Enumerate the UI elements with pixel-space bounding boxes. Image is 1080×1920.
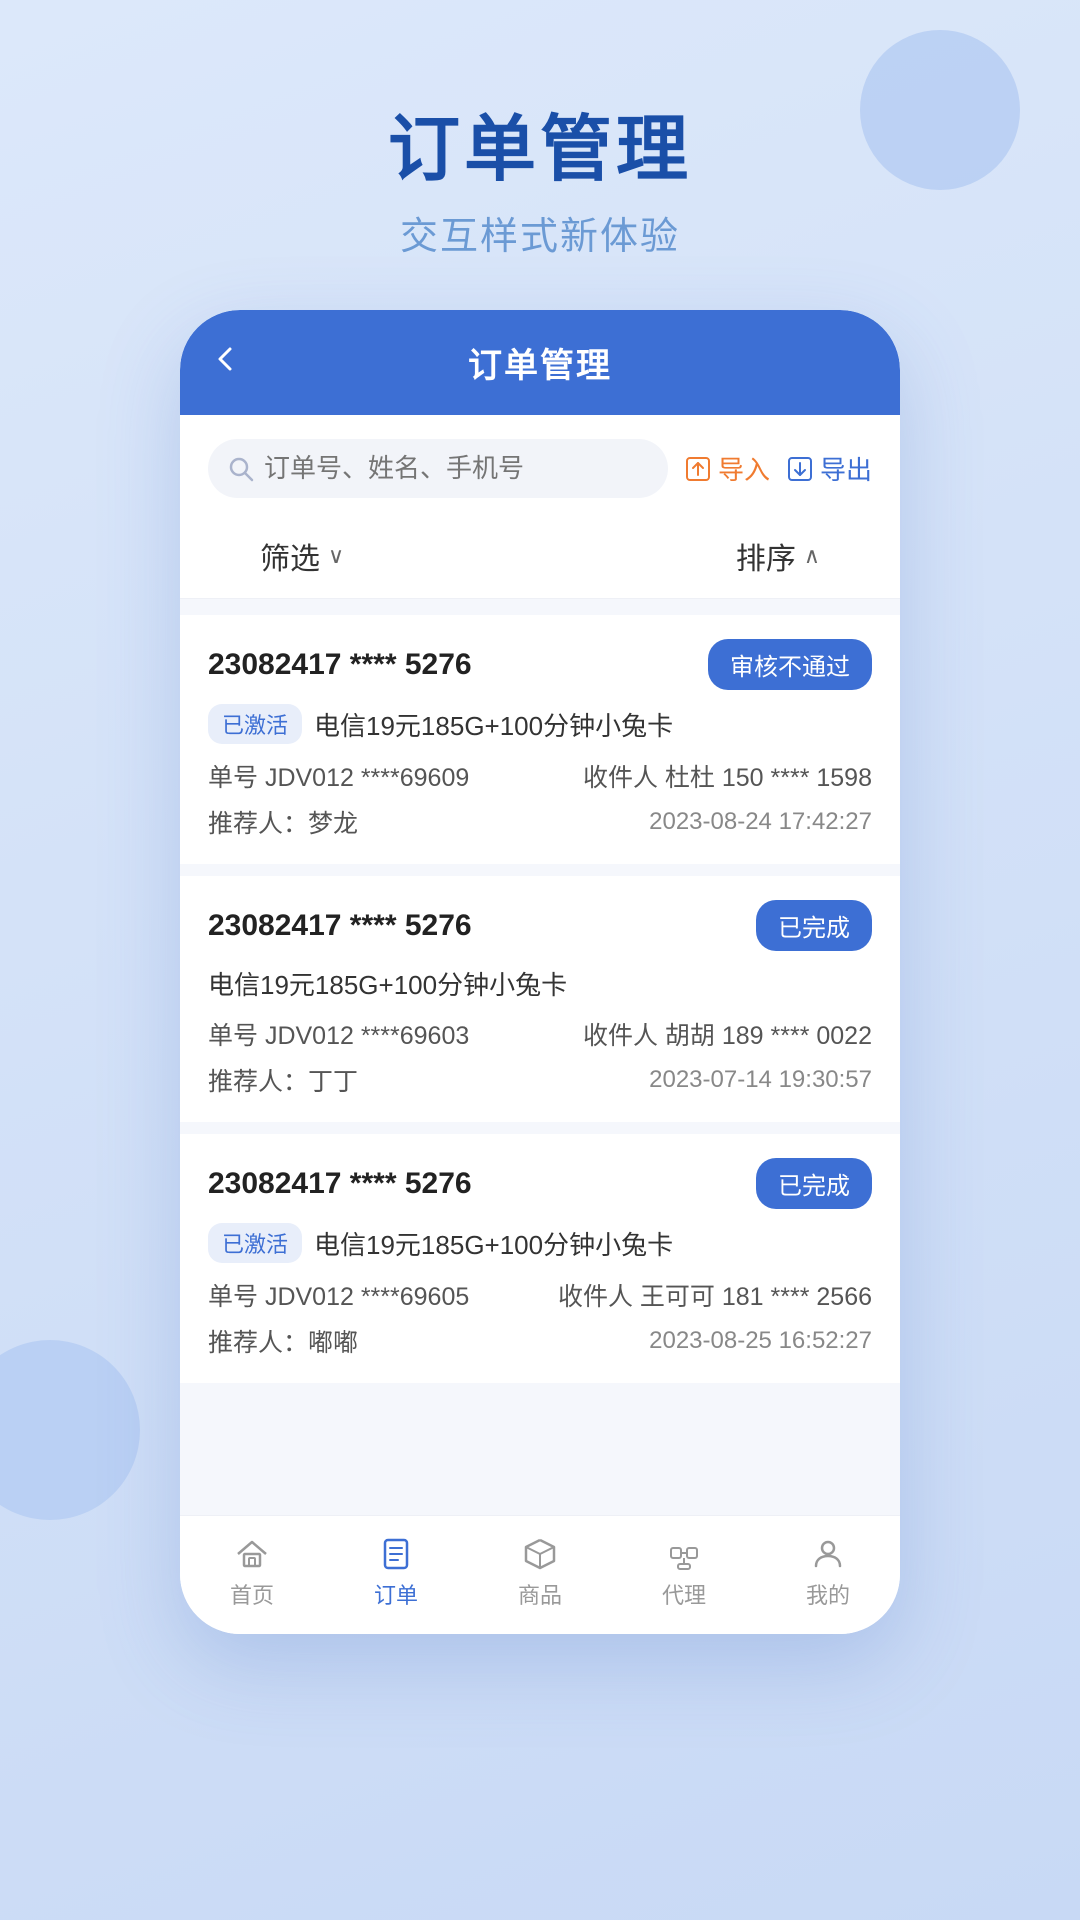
mine-nav-label: 我的 [806,1578,850,1610]
order-nav-label: 订单 [374,1578,418,1610]
order-no: 单号 JDV012 ****69603 [208,1016,469,1052]
orders-list: 23082417 **** 5276 审核不通过 已激活 电信19元185G+1… [180,599,900,1399]
product-name: 电信19元185G+100分钟小兔卡 [208,965,567,1002]
search-input-wrap[interactable] [208,439,668,498]
agent-nav-icon [666,1536,702,1572]
nav-item-order[interactable]: 订单 [374,1536,418,1610]
bg-circle-top-right [860,30,1020,190]
bg-circle-bottom-left [0,1340,140,1520]
order-card[interactable]: 23082417 **** 5276 已完成 已激活 电信19元185G+100… [180,1134,900,1383]
nav-item-mine[interactable]: 我的 [806,1536,850,1610]
export-icon [786,455,814,483]
status-badge: 审核不通过 [708,639,872,690]
order-header: 23082417 **** 5276 已完成 [208,1158,872,1209]
receiver: 收件人 王可可 181 **** 2566 [558,1277,872,1313]
receiver: 收件人 胡胡 189 **** 0022 [583,1016,872,1052]
recommender: 推荐人：梦龙 [208,804,358,840]
order-footer-row: 推荐人：嘟嘟 2023-08-25 16:52:27 [208,1323,872,1359]
filter-row: 筛选 ∨ 排序 ∧ [180,514,900,599]
phone-topbar: 订单管理 [180,310,900,415]
order-header: 23082417 **** 5276 已完成 [208,900,872,951]
order-detail-row: 单号 JDV012 ****69609 收件人 杜杜 150 **** 1598 [208,758,872,794]
nav-item-agent[interactable]: 代理 [662,1536,706,1610]
filter-label: 筛选 [260,534,320,578]
sort-chevron-icon: ∧ [804,543,820,569]
nav-item-home[interactable]: 首页 [230,1536,274,1610]
search-icon [228,456,254,482]
search-row: 导入 导出 [180,415,900,514]
export-label: 导出 [820,450,872,487]
order-product-row: 已激活 电信19元185G+100分钟小兔卡 [208,1223,872,1263]
order-header: 23082417 **** 5276 审核不通过 [208,639,872,690]
order-no: 单号 JDV012 ****69605 [208,1277,469,1313]
import-label: 导入 [718,450,770,487]
back-button[interactable] [212,344,240,381]
order-number: 23082417 **** 5276 [208,909,472,943]
receiver: 收件人 杜杜 150 **** 1598 [583,758,872,794]
order-product-row: 已激活 电信19元185G+100分钟小兔卡 [208,704,872,744]
order-time: 2023-08-25 16:52:27 [649,1327,872,1355]
order-product-row: 电信19元185G+100分钟小兔卡 [208,965,872,1002]
nav-item-goods[interactable]: 商品 [518,1536,562,1610]
goods-nav-label: 商品 [518,1578,562,1610]
order-footer-row: 推荐人：梦龙 2023-08-24 17:42:27 [208,804,872,840]
sort-button[interactable]: 排序 ∧ [736,534,820,578]
order-card[interactable]: 23082417 **** 5276 已完成 电信19元185G+100分钟小兔… [180,876,900,1122]
import-button[interactable]: 导入 [684,450,770,487]
home-nav-label: 首页 [230,1578,274,1610]
topbar-title: 订单管理 [468,338,612,387]
mine-nav-icon [810,1536,846,1572]
activated-badge: 已激活 [208,1223,302,1263]
order-number: 23082417 **** 5276 [208,1167,472,1201]
recommender: 推荐人：嘟嘟 [208,1323,358,1359]
product-name: 电信19元185G+100分钟小兔卡 [314,1225,673,1262]
page-subtitle: 交互样式新体验 [0,205,1080,260]
order-detail-row: 单号 JDV012 ****69605 收件人 王可可 181 **** 256… [208,1277,872,1313]
sort-label: 排序 [736,534,796,578]
search-input[interactable] [264,453,648,484]
status-badge: 已完成 [756,1158,872,1209]
order-footer-row: 推荐人：丁丁 2023-07-14 19:30:57 [208,1062,872,1098]
export-button[interactable]: 导出 [786,450,872,487]
home-nav-icon [234,1536,270,1572]
agent-nav-label: 代理 [662,1578,706,1610]
order-nav-icon [378,1536,414,1572]
order-number: 23082417 **** 5276 [208,648,472,682]
order-card[interactable]: 23082417 **** 5276 审核不通过 已激活 电信19元185G+1… [180,615,900,864]
bottom-nav: 首页 订单 商品 代理 我的 [180,1515,900,1634]
filter-chevron-icon: ∨ [328,543,344,569]
activated-badge: 已激活 [208,704,302,744]
order-detail-row: 单号 JDV012 ****69603 收件人 胡胡 189 **** 0022 [208,1016,872,1052]
order-no: 单号 JDV012 ****69609 [208,758,469,794]
phone-mockup: 订单管理 导入 [180,310,900,1634]
goods-nav-icon [522,1536,558,1572]
phone-content: 导入 导出 筛选 ∨ 排序 ∧ [180,415,900,1515]
recommender: 推荐人：丁丁 [208,1062,358,1098]
product-name: 电信19元185G+100分钟小兔卡 [314,706,673,743]
filter-button[interactable]: 筛选 ∨ [260,534,344,578]
status-badge: 已完成 [756,900,872,951]
order-time: 2023-08-24 17:42:27 [649,808,872,836]
order-time: 2023-07-14 19:30:57 [649,1066,872,1094]
import-icon [684,455,712,483]
